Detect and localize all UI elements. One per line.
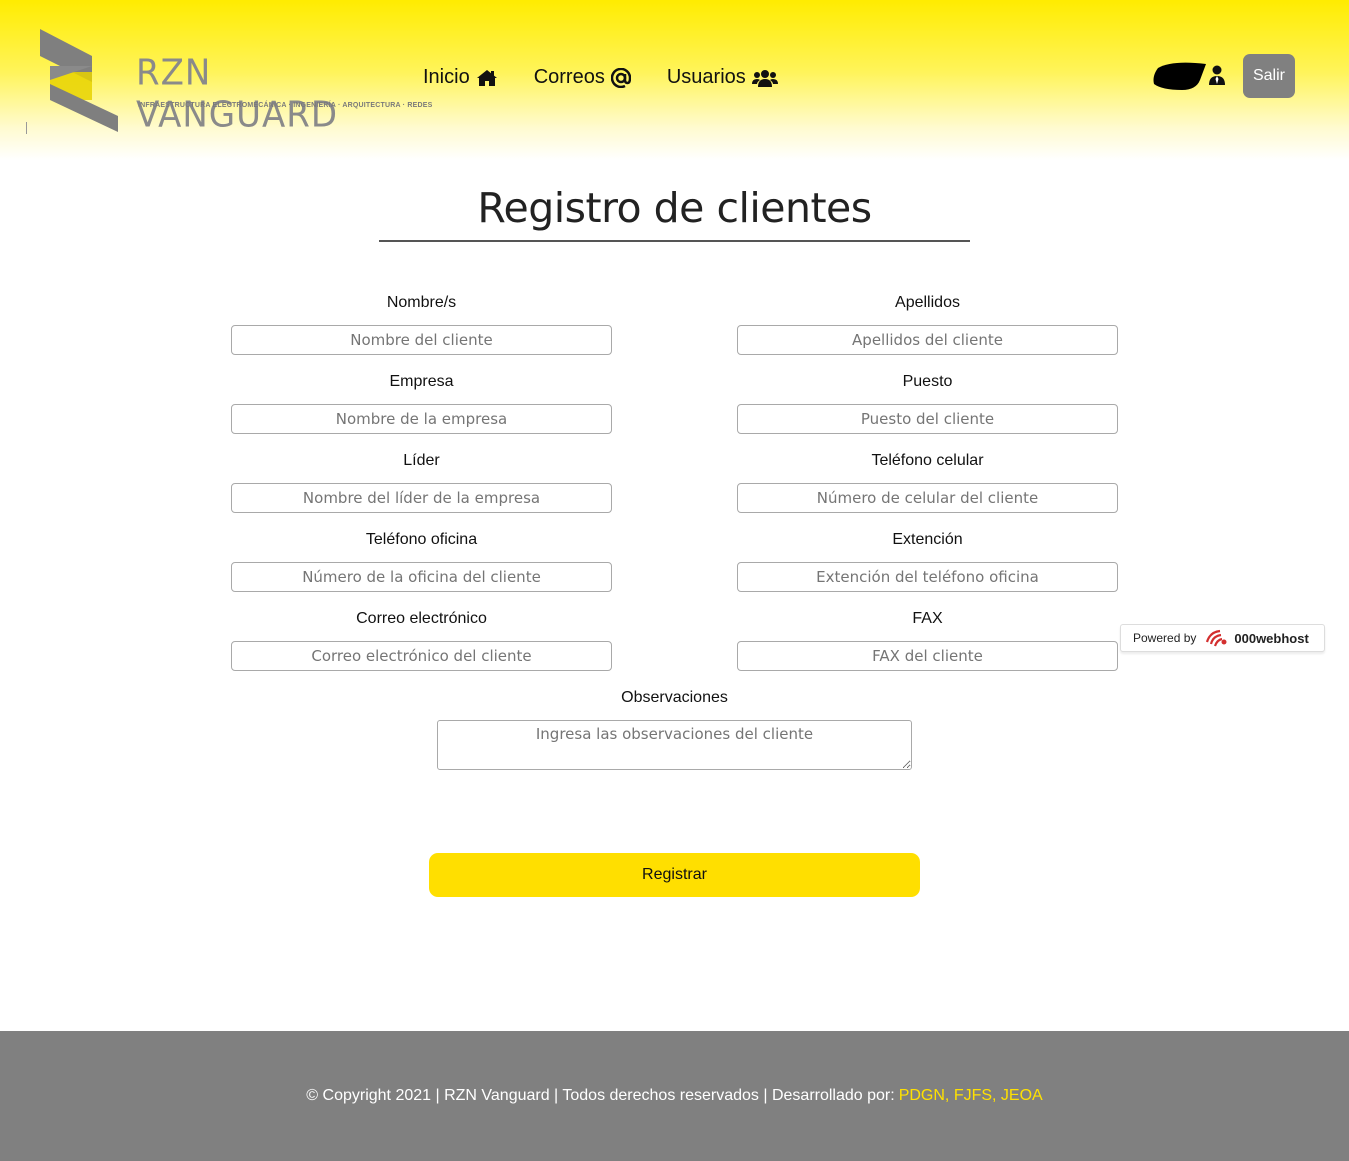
- at-icon: [610, 67, 631, 88]
- correo-input[interactable]: [231, 641, 612, 671]
- field-label: FAX: [912, 610, 943, 627]
- field-empresa: Empresa: [231, 373, 612, 434]
- nav-item-inicio[interactable]: Inicio: [423, 66, 498, 89]
- field-label: Observaciones: [621, 689, 728, 706]
- divider: [26, 122, 27, 134]
- footer-authors-link[interactable]: PDGN, FJFS, JEOA: [899, 1087, 1043, 1105]
- home-icon: [476, 69, 497, 86]
- field-correo: Correo electrónico: [231, 610, 612, 671]
- puesto-input[interactable]: [737, 404, 1118, 434]
- page-title: Registro de clientes: [379, 184, 970, 242]
- brand-logo[interactable]: RZN VANGUARD INFRAESTRUCTURA ELECTROMECÁ…: [36, 26, 432, 136]
- extension-input[interactable]: [737, 562, 1118, 592]
- empresa-input[interactable]: [231, 404, 612, 434]
- users-icon: [751, 69, 778, 87]
- apellidos-input[interactable]: [737, 325, 1118, 355]
- header: RZN VANGUARD INFRAESTRUCTURA ELECTROMECÁ…: [0, 0, 1349, 160]
- register-button[interactable]: Registrar: [429, 853, 920, 897]
- powered-by-badge[interactable]: Powered by 000webhost: [1120, 624, 1325, 652]
- webhost-logo-icon: [1206, 629, 1227, 647]
- field-label: Líder: [403, 452, 440, 469]
- webhost-name: 000webhost: [1234, 630, 1309, 646]
- field-label: Extención: [892, 531, 963, 548]
- field-label: Nombre/s: [386, 294, 457, 311]
- nav-label: Usuarios: [666, 66, 746, 88]
- observaciones-textarea[interactable]: [437, 720, 912, 770]
- field-puesto: Puesto: [737, 373, 1118, 434]
- field-label: Empresa: [389, 373, 454, 390]
- field-fax: FAX: [737, 610, 1118, 671]
- nombre-input[interactable]: [231, 325, 612, 355]
- nav-item-usuarios[interactable]: Usuarios: [667, 66, 778, 89]
- user-menu[interactable]: [1152, 60, 1232, 94]
- fax-input[interactable]: [737, 641, 1118, 671]
- logo-mark-icon: [40, 29, 118, 132]
- field-oficina: Teléfono oficina: [231, 531, 612, 592]
- field-label: Apellidos: [895, 294, 960, 311]
- nav-label: Correos: [533, 66, 605, 88]
- nav-item-correos[interactable]: Correos: [534, 66, 631, 89]
- powered-by-label: Powered by: [1133, 631, 1197, 645]
- field-celular: Teléfono celular: [737, 452, 1118, 513]
- user-avatar-redacted: [1153, 62, 1206, 90]
- field-label: Teléfono oficina: [365, 531, 478, 548]
- celular-input[interactable]: [737, 483, 1118, 513]
- brand-name: RZN VANGUARD: [136, 52, 339, 136]
- field-apellidos: Apellidos: [737, 294, 1118, 355]
- footer: © Copyright 2021 | RZN Vanguard | Todos …: [0, 1031, 1349, 1161]
- field-label: Correo electrónico: [356, 610, 487, 627]
- lider-input[interactable]: [231, 483, 612, 513]
- footer-copyright: © Copyright 2021 | RZN Vanguard | Todos …: [306, 1087, 895, 1104]
- field-label: Teléfono celular: [871, 452, 984, 469]
- main-nav: Inicio Correos Usuarios: [423, 66, 814, 89]
- field-nombre: Nombre/s: [231, 294, 612, 355]
- nav-label: Inicio: [423, 66, 470, 88]
- user-tie-icon: [1209, 65, 1225, 85]
- brand-tagline: INFRAESTRUCTURA ELECTROMECÁNICA · INGENI…: [138, 102, 433, 109]
- oficina-input[interactable]: [231, 562, 612, 592]
- logout-button[interactable]: Salir: [1243, 54, 1295, 98]
- field-lider: Líder: [231, 452, 612, 513]
- field-extension: Extención: [737, 531, 1118, 592]
- field-observaciones: Observaciones: [437, 689, 912, 770]
- field-label: Puesto: [902, 373, 953, 390]
